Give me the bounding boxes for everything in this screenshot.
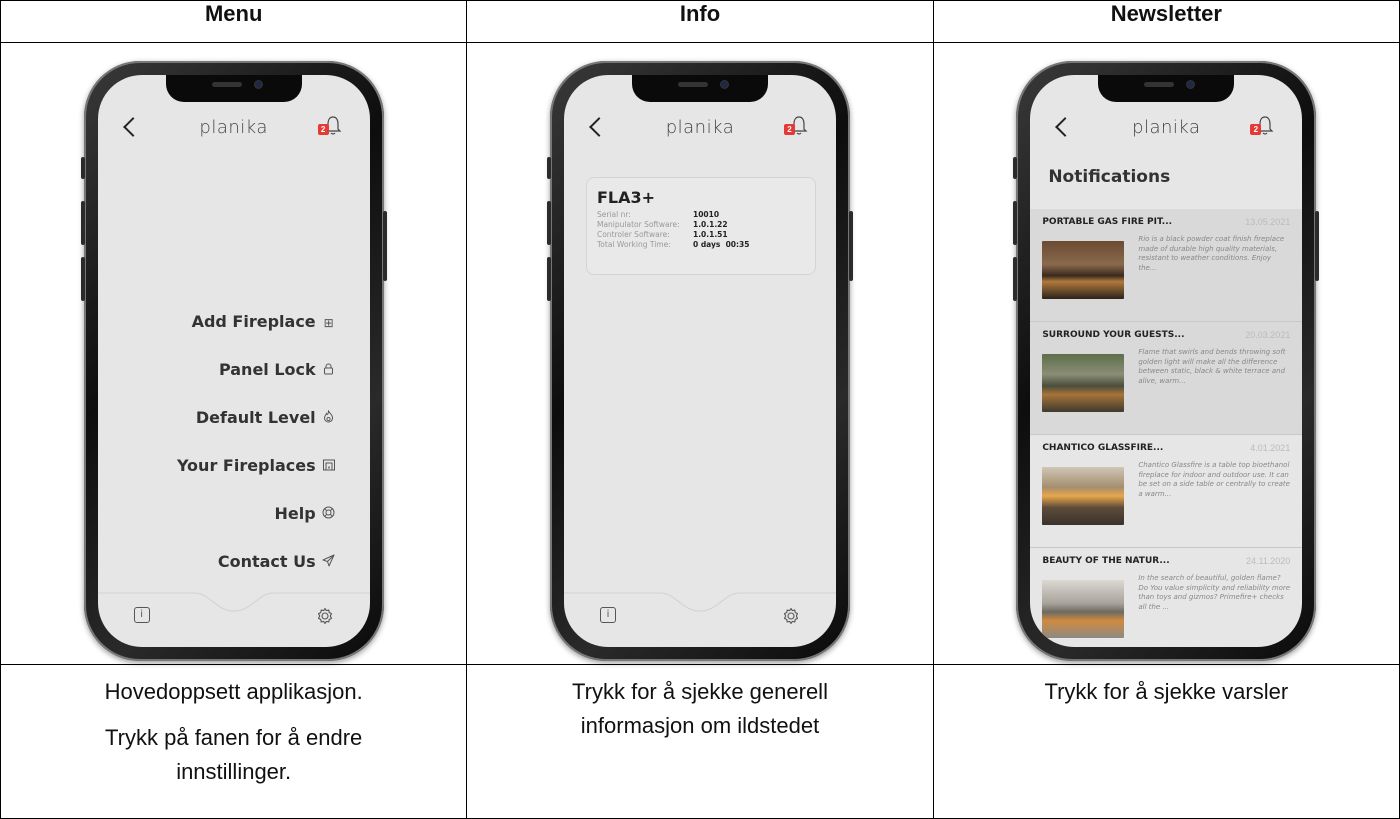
- caption-info: Trykk for å sjekke generell informasjon …: [466, 664, 934, 819]
- notification-badge: 2: [317, 124, 329, 135]
- notifications-title: Notifications: [1048, 167, 1171, 187]
- fireplace-info-card: FLA3+ Serial nr: 10010 Manipulator Softwa…: [585, 177, 816, 275]
- notification-item[interactable]: CHANTICO GLASSFIRE... 4.01.2021 Chantico …: [1030, 435, 1303, 548]
- model-name: FLA3+: [596, 188, 656, 207]
- interior-thumbnail: [1042, 580, 1125, 638]
- fireplace-icon: [322, 452, 336, 482]
- menu-phone-cell: planika 2 Add Fireplace ⊞ Panel Lock Defa…: [0, 42, 468, 665]
- info-phone-cell: planika 2 FLA3+ Serial nr: 10010 Manipula…: [466, 42, 934, 665]
- caption-newsletter: Trykk for å sjekke varsler: [932, 664, 1400, 819]
- info-row-working-time: Total Working Time: 0 days 00:35: [596, 240, 750, 249]
- column-header-info: Info: [466, 0, 934, 43]
- notification-badge: 2: [1250, 124, 1262, 135]
- info-icon[interactable]: i: [599, 607, 616, 623]
- info-row-manipulator: Manipulator Software: 1.0.1.22: [596, 220, 728, 229]
- app-header: planika 2: [564, 115, 836, 149]
- lifebuoy-icon: [322, 500, 336, 530]
- notifications-screen: planika 2 Notifications PORTABLE GAS FIR…: [1030, 75, 1303, 647]
- bell-icon[interactable]: 2: [783, 115, 808, 137]
- caption-info-text: Trykk for å sjekke generell informasjon …: [572, 679, 828, 738]
- caption-menu-line1: Hovedoppsett applikasjon.: [104, 679, 363, 704]
- info-icon[interactable]: i: [133, 607, 150, 623]
- menu-item-default-level[interactable]: Default Level: [177, 403, 336, 451]
- caption-menu: Hovedoppsett applikasjon. Trykk på fanen…: [0, 664, 468, 819]
- info-row-controller: Controler Software: 1.0.1.51: [596, 230, 728, 239]
- notifications-list: PORTABLE GAS FIRE PIT... 13.05.2021 Rio i…: [1030, 209, 1303, 647]
- gear-icon[interactable]: [316, 607, 334, 625]
- notification-item[interactable]: BEAUTY OF THE NATUR... 24.11.2020 In the …: [1030, 548, 1302, 647]
- phone-frame: planika 2 Notifications PORTABLE GAS FIR…: [1013, 61, 1320, 661]
- column-header-newsletter: Newsletter: [932, 0, 1400, 43]
- flame-icon: [322, 404, 336, 434]
- menu-list: Add Fireplace ⊞ Panel Lock Default Level …: [177, 307, 336, 595]
- bottom-bar: i: [97, 577, 370, 647]
- bell-icon[interactable]: 2: [317, 115, 342, 137]
- menu-screen: planika 2 Add Fireplace ⊞ Panel Lock Defa…: [97, 75, 370, 647]
- column-header-menu: Menu: [0, 0, 468, 43]
- terrace-thumbnail: [1042, 354, 1125, 412]
- menu-item-your-fireplaces[interactable]: Your Fireplaces: [177, 451, 336, 499]
- app-header: planika 2: [1030, 115, 1302, 149]
- info-screen: planika 2 FLA3+ Serial nr: 10010 Manipula…: [563, 75, 836, 647]
- app-header: planika 2: [98, 115, 370, 149]
- notification-item[interactable]: SURROUND YOUR GUESTS... 20.03.2021 Flame …: [1030, 322, 1303, 435]
- caption-menu-line2: Trykk på fanen for å endre innstillinger…: [105, 725, 363, 784]
- glassfire-thumbnail: [1042, 467, 1125, 525]
- lock-icon: [322, 356, 336, 386]
- notification-badge: 2: [783, 124, 795, 135]
- phone-frame: planika 2 Add Fireplace ⊞ Panel Lock Defa…: [80, 61, 387, 661]
- menu-item-panel-lock[interactable]: Panel Lock: [177, 355, 336, 403]
- plus-square-icon: ⊞: [323, 316, 334, 330]
- bottom-bar: i: [563, 577, 836, 647]
- gear-icon[interactable]: [782, 607, 800, 625]
- caption-newsletter-text: Trykk for å sjekke varsler: [1044, 679, 1289, 704]
- notification-item[interactable]: PORTABLE GAS FIRE PIT... 13.05.2021 Rio i…: [1030, 209, 1303, 322]
- send-icon: [322, 548, 336, 578]
- menu-item-help[interactable]: Help: [177, 499, 336, 547]
- bell-icon[interactable]: 2: [1250, 115, 1274, 137]
- newsletter-phone-cell: planika 2 Notifications PORTABLE GAS FIR…: [932, 42, 1400, 665]
- menu-item-add-fireplace[interactable]: Add Fireplace ⊞: [177, 307, 336, 355]
- info-row-serial: Serial nr: 10010: [596, 210, 720, 219]
- fire-pit-thumbnail: [1042, 241, 1125, 299]
- phone-frame: planika 2 FLA3+ Serial nr: 10010 Manipula…: [546, 61, 853, 661]
- instruction-table: Menu Info Newsletter planika 2 Add Firep…: [0, 0, 1400, 819]
